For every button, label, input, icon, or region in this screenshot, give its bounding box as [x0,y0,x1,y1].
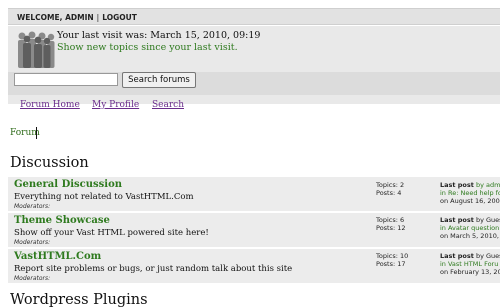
last-post-info: Last post by Guest in Vast HTML Foru on … [440,252,500,276]
last-post-author: by Guest [475,252,500,260]
topics-count: Topics: 2 [376,181,405,189]
last-post-label: Last post [440,181,474,189]
topics-count: Topics: 6 [376,216,405,224]
last-post-info: Last post by admin in Re: Need help fo o… [440,181,500,205]
last-post-date: on February 13, 20 [440,268,500,276]
forum-moderators: Moderators: [14,239,51,246]
forum-description: Everything not related to VastHTML.Com [14,192,194,202]
forum-title[interactable]: Theme Showcase [14,215,110,226]
text-cursor [36,127,37,139]
category-title: Discussion [10,155,89,171]
last-post-date: on March 5, 2010, 1 [440,232,500,240]
forum-title[interactable]: General Discussion [14,179,122,190]
logout-link[interactable]: LOGOUT [102,9,137,26]
last-post-topic[interactable]: in Avatar question [440,224,500,232]
user-bar: WELCOME, ADMIN | LOGOUT [8,8,500,25]
last-post-author[interactable]: by admin [476,181,500,189]
welcome-text: WELCOME, ADMIN [17,13,94,22]
last-post-date: on August 16, 200 [440,197,500,205]
search-input[interactable] [14,73,118,86]
posts-count: Posts: 4 [376,189,402,197]
last-post-info: Last post by Guest in Avatar question on… [440,216,500,240]
forum-description: Show off your Vast HTML powered site her… [14,228,209,238]
forum-stats: Topics: 10 Posts: 17 [376,252,408,268]
nav-search[interactable]: Search [152,100,184,110]
nav-my-profile[interactable]: My Profile [92,100,139,110]
separator: | [96,13,100,22]
new-topics-link[interactable]: Show new topics since your last visit. [57,42,238,53]
last-visit-text: Your last visit was: March 15, 2010, 09:… [57,30,261,41]
posts-count: Posts: 12 [376,224,406,232]
forum-title[interactable]: VastHTML.Com [14,251,101,262]
last-post-label: Last post [440,216,474,224]
users-silhouette-icon [18,31,55,68]
forum-description: Report site problems or bugs, or just ra… [14,264,293,274]
search-forums-button[interactable]: Search forums [122,72,196,88]
forum-moderators: Moderators: [14,275,51,282]
last-post-author: by Guest [475,216,500,224]
topics-count: Topics: 10 [376,252,409,260]
forum-stats: Topics: 2 Posts: 4 [376,181,404,197]
nav-forum-home[interactable]: Forum Home [20,100,80,110]
last-post-label: Last post [440,252,474,260]
forum-moderators: Moderators: [14,203,51,210]
last-post-topic[interactable]: in Vast HTML Foru [440,260,500,268]
last-post-topic[interactable]: in Re: Need help fo [440,189,500,197]
posts-count: Posts: 17 [376,260,406,268]
forum-stats: Topics: 6 Posts: 12 [376,216,406,232]
